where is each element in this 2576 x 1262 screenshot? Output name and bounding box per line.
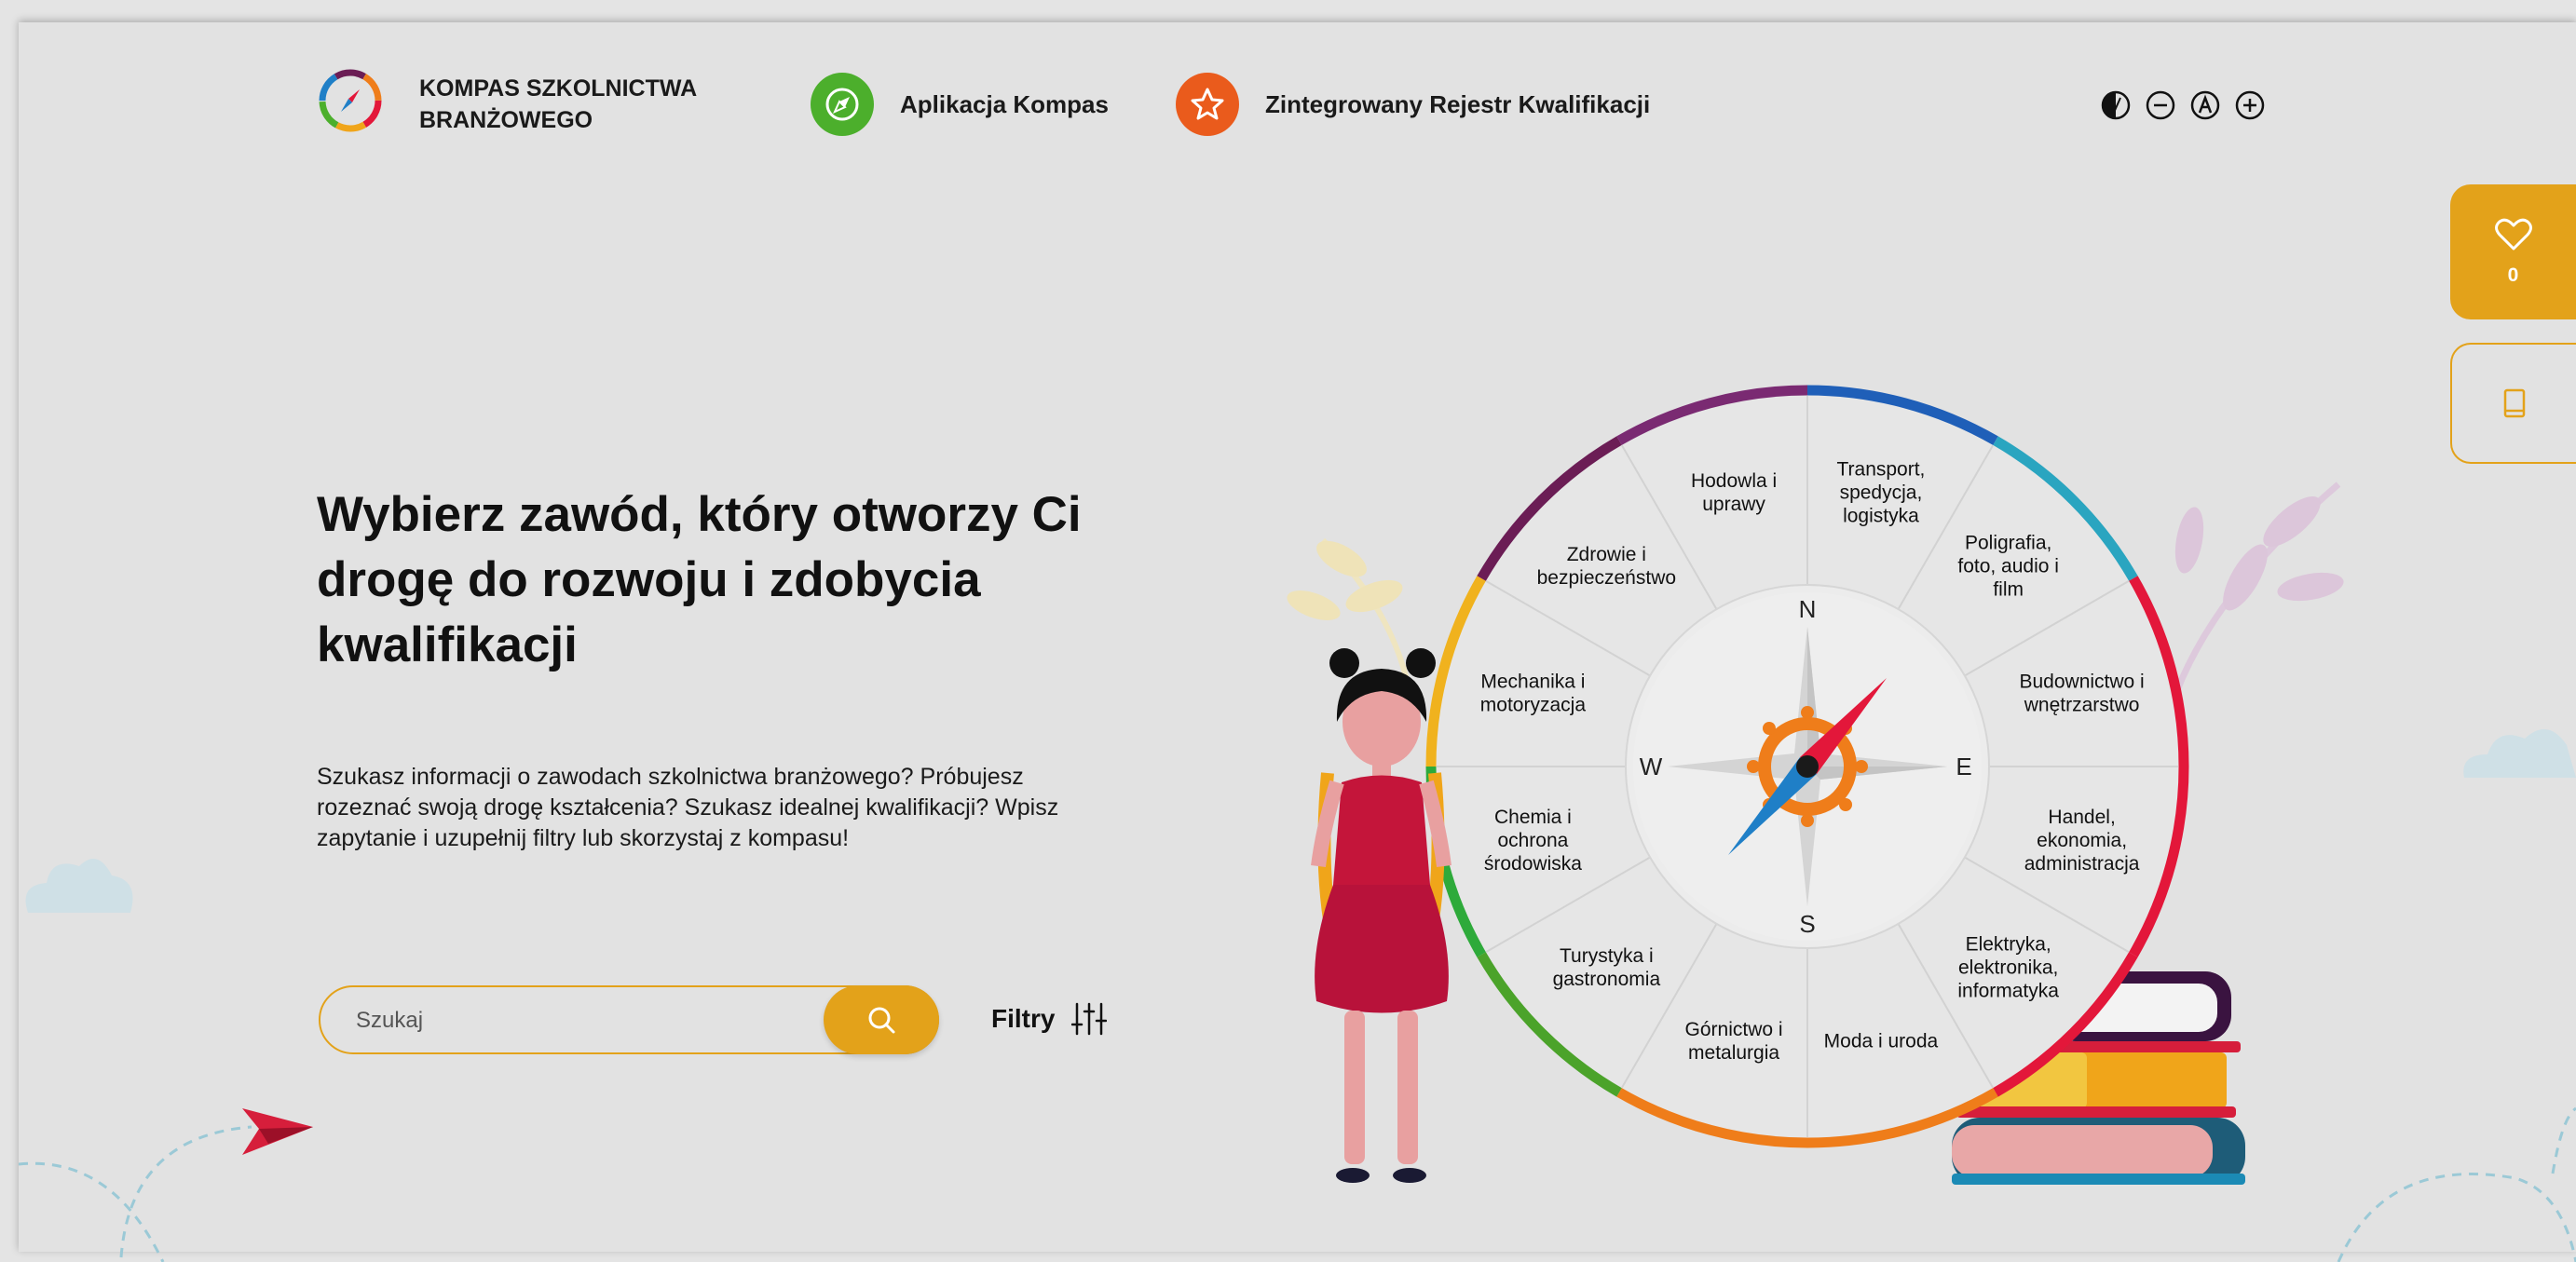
- sector-label[interactable]: Elektryka,elektronika,informatyka: [1957, 934, 2059, 1002]
- sector-label[interactable]: Moda i uroda: [1824, 1031, 1939, 1052]
- book-tab[interactable]: [2450, 343, 2576, 464]
- compass-needle-pivot: [1796, 755, 1819, 778]
- sector-label-line: foto, audio i: [1957, 555, 2059, 577]
- compass-wheel[interactable]: Transport,spedycja,logistykaPoligrafia,f…: [1425, 371, 2189, 1162]
- sector-label-line: Budownictwo i: [2019, 672, 2144, 693]
- sector-label-line: środowiska: [1484, 853, 1582, 875]
- sector-label-line: Chemia i: [1494, 807, 1572, 828]
- nav-zintegrowany-rejestr[interactable]: Zintegrowany Rejestr Kwalifikacji: [1176, 73, 1650, 136]
- sector-label-line: ochrona: [1497, 830, 1568, 851]
- star-icon: [1176, 73, 1239, 136]
- book-icon: [2503, 388, 2525, 418]
- filters-button[interactable]: Filtry: [991, 1002, 1108, 1036]
- compass-direction-label: N: [1799, 595, 1817, 623]
- sector-label-line: Handel,: [2048, 807, 2115, 828]
- sector-label-line: motoryzacja: [1480, 695, 1587, 716]
- sector-label-line: Mechanika i: [1480, 672, 1585, 693]
- sector-label-line: administracja: [2024, 853, 2140, 875]
- sector-label-line: wnętrzarstwo: [2024, 695, 2140, 716]
- sector-label-line: Hodowla i: [1691, 470, 1777, 492]
- cloud-decoration: [25, 859, 133, 913]
- logo-text[interactable]: KOMPAS SZKOLNICTWA BRANŻOWEGO: [419, 73, 717, 136]
- sector-label-line: Transport,: [1836, 458, 1925, 480]
- search-icon: [868, 1007, 895, 1034]
- intro-text: Szukasz informacji o zawodach szkolnictw…: [317, 764, 1059, 851]
- compass-bezel-tick: [1839, 798, 1853, 812]
- sector-label-line: spedycja,: [1840, 482, 1923, 503]
- filters-label: Filtry: [991, 1004, 1056, 1033]
- girl-illustration: [1311, 648, 1452, 1183]
- favorites-count: 0: [2507, 264, 2519, 286]
- compass-direction-label: S: [1799, 910, 1815, 938]
- heart-icon: [2494, 218, 2532, 250]
- cloud-decoration-right: [2463, 729, 2576, 778]
- search-input[interactable]: [354, 987, 768, 1054]
- compass-icon: [811, 73, 874, 136]
- sector-label-line: film: [1993, 578, 2024, 600]
- page-title: Wybierz zawód, który otworzy Ci drogę do…: [317, 487, 1082, 672]
- sector-label[interactable]: Chemia iochronaśrodowiska: [1484, 807, 1582, 875]
- sector-label-line: Moda i uroda: [1824, 1031, 1939, 1052]
- zoom-out-icon[interactable]: [2145, 89, 2176, 121]
- sliders-icon: [1071, 1002, 1108, 1036]
- sector-label-line: uprawy: [1702, 494, 1765, 515]
- sector-label-line: informatyka: [1957, 981, 2059, 1002]
- compass-bezel-tick: [1801, 814, 1814, 827]
- zoom-in-icon[interactable]: [2234, 89, 2266, 121]
- sector-label-line: bezpieczeństwo: [1537, 567, 1676, 589]
- favorites-tab[interactable]: 0: [2450, 184, 2576, 319]
- sector-label-line: Turystyka i: [1560, 945, 1654, 967]
- compass-bezel-tick: [1747, 760, 1760, 773]
- nav-label: Zintegrowany Rejestr Kwalifikacji: [1265, 89, 1651, 118]
- accessibility-toolbar: [2100, 89, 2266, 121]
- logo-icon[interactable]: [317, 67, 384, 134]
- sector-label-line: metalurgia: [1688, 1042, 1779, 1064]
- nav-label: Aplikacja Kompas: [900, 89, 1109, 118]
- sector-label-line: logistyka: [1843, 505, 1919, 526]
- compass-direction-label: W: [1640, 753, 1663, 780]
- font-reset-icon[interactable]: [2189, 89, 2221, 121]
- compass-direction-label: E: [1956, 753, 1971, 780]
- compass-bezel-tick: [1855, 760, 1868, 773]
- sector-label[interactable]: Transport,spedycja,logistyka: [1836, 458, 1925, 526]
- paper-plane-icon: [242, 1108, 313, 1155]
- dashed-swirl-decoration-right: [2337, 1106, 2576, 1262]
- search-button[interactable]: [824, 985, 939, 1054]
- sector-label-line: ekonomia,: [2037, 830, 2127, 851]
- sector-label-line: Poligrafia,: [1965, 532, 2051, 553]
- sector-label-line: Górnictwo i: [1685, 1019, 1783, 1040]
- search-box: [319, 985, 939, 1054]
- compass-bezel-tick: [1762, 721, 1776, 735]
- nav-aplikacja-kompas[interactable]: Aplikacja Kompas: [811, 73, 1109, 136]
- sector-label-line: elektronika,: [1958, 957, 2058, 979]
- sector-label-line: Elektryka,: [1966, 934, 2051, 956]
- sector-label-line: gastronomia: [1553, 969, 1661, 990]
- sector-label-line: Zdrowie i: [1567, 544, 1646, 565]
- compass-bezel-tick: [1801, 706, 1814, 719]
- contrast-icon[interactable]: [2100, 89, 2132, 121]
